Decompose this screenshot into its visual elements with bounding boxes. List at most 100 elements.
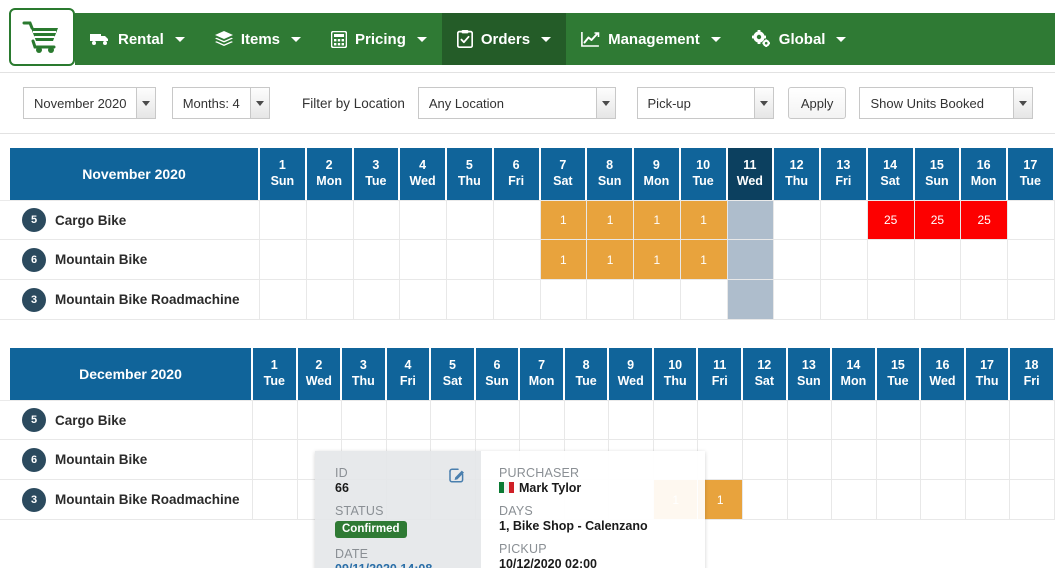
day-header[interactable]: 12Thu (774, 148, 821, 200)
day-header[interactable]: 5Sat (431, 348, 476, 400)
shopping-cart-icon (22, 20, 62, 54)
item-row-label[interactable]: 3Mountain Bike Roadmachine (10, 480, 253, 519)
calendar-cell-overdue[interactable]: 25 (868, 201, 915, 239)
day-header[interactable]: 14Sat (868, 148, 915, 200)
day-header[interactable]: 9Wed (609, 348, 654, 400)
brand-logo[interactable] (9, 8, 75, 66)
day-header[interactable]: 13Fri (821, 148, 868, 200)
calendar-cell (877, 401, 922, 439)
day-header[interactable]: 12Sat (743, 348, 788, 400)
item-name: Cargo Bike (55, 213, 126, 228)
calendar-cell (1010, 440, 1055, 479)
calendar-row: 3Mountain Bike Roadmachine (0, 280, 1055, 320)
day-number: 2 (326, 158, 333, 174)
edit-pencil-icon[interactable] (449, 467, 465, 486)
day-number: 14 (883, 158, 897, 174)
day-header[interactable]: 11Fri (698, 348, 743, 400)
calendar-cell (743, 440, 788, 479)
day-header[interactable]: 7Sat (541, 148, 588, 200)
day-header[interactable]: 6Sun (476, 348, 521, 400)
calendar-cell (821, 280, 868, 319)
day-header[interactable]: 15Tue (877, 348, 922, 400)
day-header[interactable]: 15Sun (915, 148, 962, 200)
day-header[interactable]: 13Sun (788, 348, 833, 400)
calendar-cell-unavail[interactable] (728, 240, 775, 279)
calendar-cell (966, 401, 1011, 439)
day-header[interactable]: 14Mon (832, 348, 877, 400)
calendar-cell-booked[interactable]: 1 (587, 240, 634, 279)
day-header[interactable]: 3Tue (354, 148, 401, 200)
day-header[interactable]: 9Mon (634, 148, 681, 200)
calendar-cell-booked[interactable]: 1 (681, 201, 728, 239)
day-number: 6 (513, 158, 520, 174)
calendar-cell-unavail[interactable] (728, 201, 775, 239)
day-number: 15 (930, 158, 944, 174)
day-header[interactable]: 4Wed (400, 148, 447, 200)
day-weekday: Wed (410, 174, 436, 190)
calendar-cell-booked[interactable]: 1 (681, 240, 728, 279)
day-header[interactable]: 10Tue (681, 148, 728, 200)
calendar-cell (821, 240, 868, 279)
day-header[interactable]: 2Wed (298, 348, 343, 400)
nav-item-management[interactable]: Management (566, 13, 736, 65)
calendar-row: 5Cargo Bike (0, 400, 1055, 440)
nav-item-global[interactable]: Global (736, 13, 862, 65)
item-row-label[interactable]: 6Mountain Bike (10, 440, 253, 479)
item-row-label[interactable]: 6Mountain Bike (10, 240, 260, 279)
day-header[interactable]: 16Mon (961, 148, 1008, 200)
calendar-cell-overdue[interactable]: 25 (961, 201, 1008, 239)
item-row-label[interactable]: 5Cargo Bike (10, 401, 253, 439)
calendar-cell-booked[interactable]: 1 (634, 201, 681, 239)
day-header[interactable]: 17Thu (966, 348, 1011, 400)
day-header[interactable]: 6Fri (494, 148, 541, 200)
show-mode-select[interactable]: Show Units Booked (859, 87, 1033, 119)
calendar-cell (447, 201, 494, 239)
calendar-cell-overdue[interactable]: 25 (915, 201, 962, 239)
calendar-cell-unavail[interactable] (728, 280, 775, 319)
nav-item-rental[interactable]: Rental (75, 13, 200, 65)
calendar-cell-booked[interactable]: 1 (541, 201, 588, 239)
calendar-cell-booked[interactable]: 1 (541, 240, 588, 279)
item-quantity-badge: 6 (22, 248, 46, 272)
calendar-cell-booked[interactable]: 1 (587, 201, 634, 239)
day-header[interactable]: 2Mon (307, 148, 354, 200)
day-header[interactable]: 17Tue (1008, 148, 1055, 200)
calendar-cell (260, 201, 307, 239)
day-number: 11 (713, 358, 726, 374)
months-count-value: Months: 4 (183, 96, 240, 111)
nav-item-orders[interactable]: Orders (442, 13, 566, 65)
calendar-cell (774, 201, 821, 239)
calendar-cell (774, 240, 821, 279)
day-header[interactable]: 11Wed (728, 148, 775, 200)
calendar-cell (260, 240, 307, 279)
day-header[interactable]: 5Thu (447, 148, 494, 200)
day-header[interactable]: 10Thu (654, 348, 699, 400)
apply-button[interactable]: Apply (788, 87, 847, 119)
tooltip-date-value[interactable]: 09/11/2020 14:08 (335, 562, 467, 568)
nav-item-pricing[interactable]: Pricing (316, 13, 442, 65)
day-header[interactable]: 4Fri (387, 348, 432, 400)
movement-type-select[interactable]: Pick-up (637, 87, 774, 119)
day-weekday: Tue (887, 374, 908, 390)
item-row-label[interactable]: 5Cargo Bike (10, 201, 260, 239)
day-header[interactable]: 1Sun (260, 148, 307, 200)
day-header[interactable]: 18Fri (1010, 348, 1055, 400)
day-header[interactable]: 7Mon (520, 348, 565, 400)
day-header[interactable]: 8Sun (587, 148, 634, 200)
calendar-cell (654, 401, 699, 439)
calendar-cell (868, 240, 915, 279)
day-number: 9 (653, 158, 660, 174)
location-select[interactable]: Any Location (418, 87, 616, 119)
day-header[interactable]: 8Tue (565, 348, 610, 400)
day-header[interactable]: 3Thu (342, 348, 387, 400)
nav-item-items[interactable]: Items (200, 13, 316, 65)
calendar-cell (307, 280, 354, 319)
item-row-label[interactable]: 3Mountain Bike Roadmachine (10, 280, 260, 319)
month-select[interactable]: November 2020 (23, 87, 156, 119)
day-number: 5 (449, 358, 456, 374)
day-header[interactable]: 16Wed (921, 348, 966, 400)
months-count-select[interactable]: Months: 4 (172, 87, 270, 119)
calendar-cell-booked[interactable]: 1 (634, 240, 681, 279)
day-header[interactable]: 1Tue (253, 348, 298, 400)
calendar-cell-booked[interactable]: 1 (698, 480, 743, 519)
